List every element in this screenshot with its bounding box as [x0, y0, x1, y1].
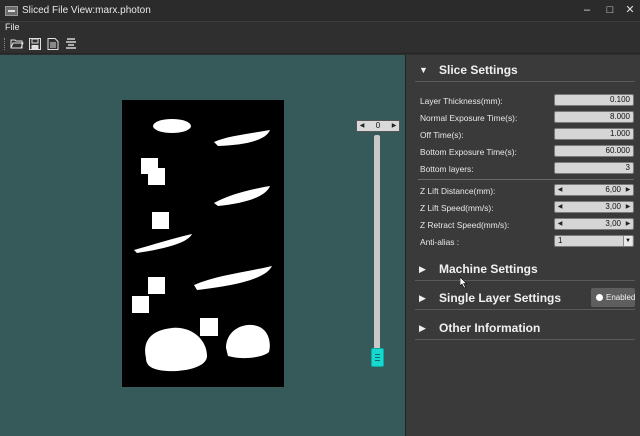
machine-settings-title: Machine Settings	[439, 262, 538, 276]
slice-viewport[interactable]: ◀ 0 ▶	[0, 55, 405, 436]
minimize-button[interactable]: –	[580, 3, 594, 17]
align-layers-icon[interactable]	[64, 37, 78, 51]
z-retract-speed-row: Z Retract Speed(mm/s): ◀ 3,00 ▶	[420, 218, 634, 232]
expand-triangle-icon: ▶	[419, 293, 426, 303]
menu-file[interactable]: File	[5, 22, 20, 32]
collapse-triangle-icon: ▼	[419, 65, 428, 75]
title-bar: Sliced File View:marx.photon – □ ✕	[0, 0, 640, 22]
window-title: Sliced File View:marx.photon	[22, 5, 151, 16]
save-icon[interactable]	[28, 37, 42, 51]
increment-icon[interactable]: ▶	[624, 202, 632, 212]
off-time-field[interactable]: 1.000	[554, 128, 634, 140]
export-file-icon[interactable]	[46, 37, 60, 51]
increment-icon[interactable]: ▶	[624, 185, 632, 195]
layer-spinbox[interactable]: ◀ 0 ▶	[356, 120, 400, 132]
machine-settings-header[interactable]: ▶ Machine Settings	[415, 257, 635, 281]
z-lift-distance-spinbox[interactable]: ◀ 6,00 ▶	[554, 184, 634, 196]
layer-decrement-icon[interactable]: ◀	[358, 121, 366, 131]
off-time-row: Off Time(s): 1.000	[420, 128, 634, 142]
bottom-layers-row: Bottom layers: 3	[420, 162, 634, 176]
menu-bar: File	[0, 22, 640, 34]
layer-slider-track[interactable]	[374, 135, 380, 357]
single-layer-enabled-toggle[interactable]: Enabled	[591, 288, 635, 307]
normal-exposure-field[interactable]: 8.000	[554, 111, 634, 123]
single-layer-settings-title: Single Layer Settings	[439, 291, 562, 305]
radio-dot-icon	[596, 294, 603, 301]
z-lift-distance-row: Z Lift Distance(mm): ◀ 6,00 ▶	[420, 184, 634, 198]
z-lift-speed-row: Z Lift Speed(mm/s): ◀ 3,00 ▶	[420, 201, 634, 215]
decrement-icon[interactable]: ◀	[556, 185, 564, 195]
z-lift-speed-spinbox[interactable]: ◀ 3,00 ▶	[554, 201, 634, 213]
toolbar	[0, 34, 640, 54]
increment-icon[interactable]: ▶	[624, 219, 632, 229]
layer-increment-icon[interactable]: ▶	[390, 121, 398, 131]
expand-triangle-icon: ▶	[419, 323, 426, 333]
mouse-cursor-icon	[459, 276, 468, 289]
slice-image	[122, 100, 284, 387]
app-icon	[5, 6, 18, 16]
decrement-icon[interactable]: ◀	[556, 219, 564, 229]
other-information-header[interactable]: ▶ Other Information	[415, 316, 635, 340]
layer-slider-handle[interactable]	[371, 348, 384, 367]
anti-alias-row: Anti-alias : 1 ▼	[420, 235, 634, 249]
bottom-layers-field[interactable]: 3	[554, 162, 634, 174]
anti-alias-select[interactable]: 1 ▼	[554, 235, 634, 247]
maximize-button[interactable]: □	[603, 3, 617, 17]
layer-value[interactable]: 0	[367, 121, 389, 131]
slice-settings-header[interactable]: ▼ Slice Settings	[415, 58, 635, 82]
normal-exposure-row: Normal Exposure Time(s): 8.000	[420, 111, 634, 125]
divider	[418, 179, 634, 180]
expand-triangle-icon: ▶	[419, 264, 426, 274]
settings-panel: ▼ Slice Settings Layer Thickness(mm): 0.…	[405, 55, 640, 436]
layer-thickness-row: Layer Thickness(mm): 0.100	[420, 94, 634, 108]
open-folder-icon[interactable]	[10, 37, 24, 51]
close-button[interactable]: ✕	[623, 3, 637, 17]
z-retract-speed-spinbox[interactable]: ◀ 3,00 ▶	[554, 218, 634, 230]
toolbar-grip[interactable]	[4, 38, 6, 50]
bottom-exposure-row: Bottom Exposure Time(s): 60.000	[420, 145, 634, 159]
chevron-down-icon[interactable]: ▼	[623, 236, 632, 246]
bottom-exposure-field[interactable]: 60.000	[554, 145, 634, 157]
decrement-icon[interactable]: ◀	[556, 202, 564, 212]
layer-thickness-field[interactable]: 0.100	[554, 94, 634, 106]
other-information-title: Other Information	[439, 321, 541, 335]
slice-settings-title: Slice Settings	[439, 63, 518, 77]
